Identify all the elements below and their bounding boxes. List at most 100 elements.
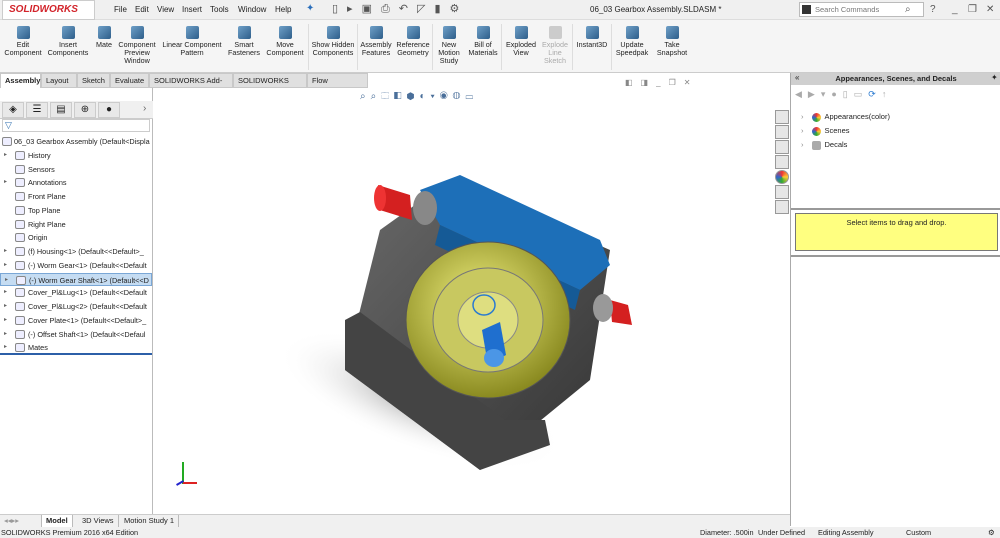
explode-line-sketch-button[interactable]: Explode Line Sketch <box>540 26 570 65</box>
menu-window[interactable]: Window <box>238 5 266 14</box>
menu-insert[interactable]: Insert <box>182 5 202 14</box>
configuration-manager-tab-icon[interactable]: ▤ <box>50 102 72 118</box>
menu-tools[interactable]: Tools <box>210 5 229 14</box>
help-icon[interactable]: ? <box>930 4 936 15</box>
smart-fasteners-button[interactable]: Smart Fasteners <box>227 26 261 57</box>
tree-item[interactable]: ▸ (f) Housing<1> (Default<<Default>_ <box>0 245 152 258</box>
dimxpert-tab-icon[interactable]: ⊕ <box>74 102 96 118</box>
tree-item[interactable]: Right Plane <box>0 218 152 231</box>
heads-up-view-toolbar[interactable]: ⌕⌕⬚◧⬢◐▾◉◍▭ <box>360 91 478 102</box>
design-library-icon[interactable] <box>775 125 789 139</box>
reference-geometry-button[interactable]: Reference Geometry <box>395 26 431 57</box>
tree-item[interactable]: Origin <box>0 231 152 244</box>
manager-tabs: ◈ ☰ ▤ ⊕ ● › <box>0 101 153 119</box>
tree-item-scenes[interactable]: › Scenes <box>801 126 850 136</box>
tree-item[interactable]: Front Plane <box>0 190 152 203</box>
custom-properties-icon[interactable] <box>775 185 789 199</box>
assembly-features-button[interactable]: Assembly Features <box>359 26 393 57</box>
search-icon[interactable]: ⌕ <box>905 4 911 15</box>
solidworks-logo[interactable]: SOLIDWORKS <box>2 0 95 20</box>
command-manager: Edit Component Insert Components Mate Co… <box>0 20 1000 73</box>
bill-of-materials-button[interactable]: Bill of Materials <box>467 26 499 57</box>
chevron-right-icon[interactable]: › <box>143 103 146 114</box>
feature-manager-tab-icon[interactable]: ◈ <box>2 102 24 118</box>
move-component-button[interactable]: Move Component <box>264 26 306 57</box>
tab-motion-study-1[interactable]: Motion Study 1 <box>120 515 180 527</box>
tab-sketch[interactable]: Sketch <box>77 73 110 88</box>
home-icon[interactable] <box>775 110 789 124</box>
units-selector[interactable]: Custom <box>906 527 931 538</box>
tree-item-appearances[interactable]: › Appearances(color) <box>801 112 890 122</box>
exploded-view-button[interactable]: Exploded View <box>503 26 539 57</box>
tree-item[interactable]: ▸ Cover_Pl&Lug<2> (Default<<Default <box>0 300 152 313</box>
appearances-icon[interactable] <box>775 170 789 184</box>
rollback-bar[interactable] <box>0 353 152 355</box>
tab-layout[interactable]: Layout <box>41 73 77 88</box>
expand-arrow-icon[interactable]: ▸ <box>4 149 7 162</box>
expand-arrow-icon[interactable]: ▸ <box>5 274 8 285</box>
tab-solidworks-add-ins[interactable]: SOLIDWORKS Add-Ins <box>149 73 233 99</box>
gearbox-model[interactable] <box>153 88 790 514</box>
tab-model[interactable]: Model <box>42 515 73 527</box>
restore-button[interactable]: ❐ <box>968 4 977 15</box>
forum-icon[interactable] <box>775 200 789 214</box>
tab-3d-views[interactable]: 3D Views <box>78 515 119 527</box>
menu-help[interactable]: Help <box>275 5 291 14</box>
tab-scroll-arrows[interactable]: ◂◂▸▸ <box>0 515 42 527</box>
expand-arrow-icon[interactable]: ▸ <box>4 300 7 313</box>
expand-arrow-icon[interactable]: ▸ <box>4 245 7 258</box>
instant3d-button[interactable]: Instant3D <box>574 26 610 49</box>
show-hidden-components-button[interactable]: Show Hidden Components <box>311 26 355 57</box>
tab-flow-simulation[interactable]: Flow Simulation <box>307 73 368 99</box>
viewport-window-controls[interactable]: ◧◨_❐✕ <box>625 78 698 87</box>
close-button[interactable]: ✕ <box>986 4 994 15</box>
pin-icon[interactable]: ✦ <box>306 3 314 14</box>
tree-item[interactable]: ▸ Cover Plate<1> (Default<<Default>_ <box>0 314 152 327</box>
definition-status: Under Defined <box>758 528 806 537</box>
menu-file[interactable]: File <box>114 5 127 14</box>
tree-node-icon <box>15 343 25 353</box>
minimize-button[interactable]: _ <box>952 4 958 15</box>
collapse-icon[interactable]: « <box>795 73 799 82</box>
view-palette-icon[interactable] <box>775 155 789 169</box>
edit-component-button[interactable]: Edit Component <box>3 26 43 57</box>
file-explorer-icon[interactable] <box>775 140 789 154</box>
property-manager-tab-icon[interactable]: ☰ <box>26 102 48 118</box>
tab-evaluate[interactable]: Evaluate <box>110 73 149 88</box>
tree-item-decals[interactable]: › Decals <box>801 140 847 150</box>
tree-item[interactable]: ▸ (-) Worm Gear<1> (Default<<Default <box>0 259 152 272</box>
tree-item[interactable]: ▸ Cover_Pl&Lug<1> (Default<<Default <box>0 286 152 299</box>
tree-item[interactable]: Top Plane <box>0 204 152 217</box>
linear-component-pattern-button[interactable]: Linear Component Pattern <box>160 26 224 57</box>
tree-item[interactable]: Sensors <box>0 163 152 176</box>
tree-item[interactable]: ▸ History <box>0 149 152 162</box>
quick-access-toolbar[interactable]: ▯▸▣⎙↶◸▮⚙ <box>332 2 468 16</box>
expand-arrow-icon[interactable]: ▸ <box>4 176 7 189</box>
expand-arrow-icon[interactable]: ▸ <box>4 259 7 272</box>
new-motion-study-button[interactable]: New Motion Study <box>434 26 464 65</box>
expand-arrow-icon[interactable]: ▸ <box>4 328 7 341</box>
tree-root-assembly[interactable]: 06_03 Gearbox Assembly (Default<Displa <box>0 135 152 148</box>
task-pane-toolbar[interactable]: ◀▶▾●▯▭⟳↑ <box>795 89 892 100</box>
display-manager-tab-icon[interactable]: ● <box>98 102 120 118</box>
menu-edit[interactable]: Edit <box>135 5 149 14</box>
tree-item[interactable]: ▸ (-) Worm Gear Shaft<1> (Default<<D <box>0 272 152 286</box>
pin-icon[interactable]: ✦ <box>991 73 998 82</box>
component-preview-window-button[interactable]: Component Preview Window <box>117 26 157 65</box>
tab-assembly[interactable]: Assembly <box>0 73 41 88</box>
tree-item[interactable]: ▸ (-) Offset Shaft<1> (Default<<Defaul <box>0 328 152 341</box>
expand-arrow-icon[interactable]: ▸ <box>4 314 7 327</box>
menu-view[interactable]: View <box>157 5 174 14</box>
filter-icon[interactable]: ▽ <box>2 119 150 132</box>
expand-arrow-icon[interactable]: ▸ <box>4 286 7 299</box>
rebuild-icon[interactable]: ⚙ <box>988 527 995 538</box>
insert-components-button[interactable]: Insert Components <box>47 26 89 57</box>
splitter[interactable] <box>791 255 1000 257</box>
mate-button[interactable]: Mate <box>93 26 115 49</box>
tree-item[interactable]: ▸ Annotations <box>0 176 152 189</box>
update-speedpak-button[interactable]: Update Speedpak <box>613 26 651 57</box>
splitter[interactable] <box>791 208 1000 210</box>
graphics-area[interactable]: ⌕⌕⬚◧⬢◐▾◉◍▭ ◧◨_❐✕ <box>153 78 790 514</box>
take-snapshot-button[interactable]: Take Snapshot <box>653 26 691 57</box>
tab-solidworks-mbd[interactable]: SOLIDWORKS MBD <box>233 73 307 99</box>
